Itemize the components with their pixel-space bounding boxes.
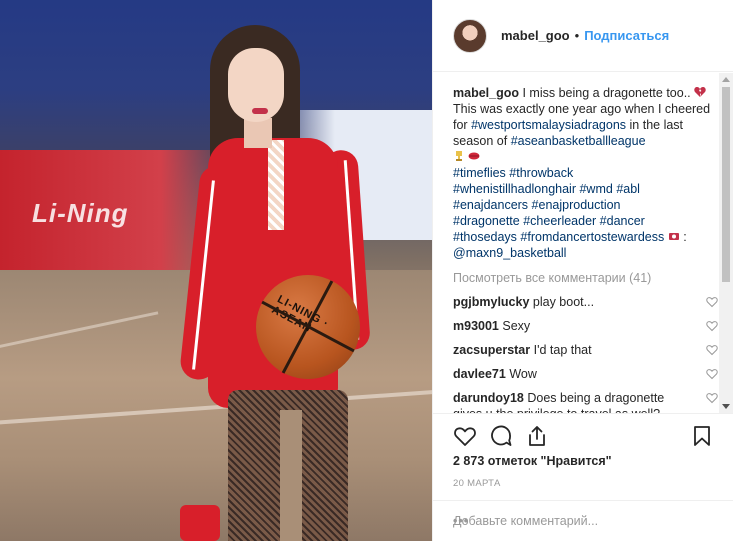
post-photo[interactable]: Li-Ning LI-NING · ASEAN: [0, 0, 432, 541]
more-options-icon[interactable]: •••: [453, 514, 712, 528]
view-all-comments-link[interactable]: Посмотреть все комментарии (41): [453, 270, 720, 286]
hashtag[interactable]: #wmd: [579, 182, 612, 196]
comment-heart-icon[interactable]: [706, 296, 718, 308]
comment-heart-icon[interactable]: [706, 344, 718, 356]
basketball: LI-NING · ASEAN: [256, 275, 360, 379]
bookmark-icon[interactable]: [690, 424, 714, 448]
avatar[interactable]: [453, 18, 487, 53]
scroll-up-arrow-icon[interactable]: [722, 77, 730, 82]
lips-icon: [468, 152, 480, 160]
comment-item: darundoy18 Does being a dragonette gives…: [453, 390, 720, 413]
post-date[interactable]: 20 МАРТА: [453, 478, 501, 489]
caption-tag-2[interactable]: #aseanbasketballleague: [511, 134, 646, 148]
post-panel: mabel_goo • Подписаться mabel_goo I miss…: [432, 0, 733, 541]
leg-gap: [280, 410, 302, 541]
comment-item: davlee71 Wow: [453, 366, 720, 382]
hashtag[interactable]: #thosedays: [453, 230, 517, 244]
hashtag[interactable]: #enajproduction: [532, 198, 621, 212]
hashtag[interactable]: #fromdancertostewardess: [520, 230, 664, 244]
comment-text: Wow: [509, 367, 537, 381]
comment-heart-icon[interactable]: [706, 320, 718, 332]
comments-section[interactable]: mabel_goo I miss being a dragonette too.…: [433, 73, 720, 413]
comment-username[interactable]: darundoy18: [453, 391, 524, 405]
camera-icon: [668, 233, 679, 240]
hashtag[interactable]: #whenistillhadlonghair: [453, 182, 576, 196]
action-icons: [453, 424, 549, 448]
post-header: mabel_goo • Подписаться: [433, 0, 733, 72]
ball-brand-text: LI-NING · ASEAN: [269, 293, 331, 335]
caption-text-1: I miss being a dragonette too..: [522, 86, 691, 100]
advert-text: Li-Ning: [32, 198, 129, 228]
red-sock: [180, 505, 220, 541]
comments-scrollbar[interactable]: [719, 73, 733, 413]
header-username[interactable]: mabel_goo: [501, 28, 570, 43]
likes-count[interactable]: 2 873 отметок "Нравится": [453, 454, 612, 468]
separator-dot: •: [574, 28, 580, 43]
comment-heart-icon[interactable]: [706, 392, 718, 404]
comment-text: play boot...: [532, 295, 595, 309]
comment-username[interactable]: davlee71: [453, 367, 506, 381]
comment-text: Sexy: [502, 319, 531, 333]
hashtag[interactable]: #dancer: [600, 214, 645, 228]
comment-heart-icon[interactable]: [706, 368, 718, 380]
comment-item: pgjbmylucky play boot...: [453, 294, 720, 310]
hashtag[interactable]: #abl: [616, 182, 640, 196]
follow-button[interactable]: Подписаться: [584, 28, 669, 43]
share-icon[interactable]: [525, 424, 549, 448]
heart-icon[interactable]: [453, 424, 477, 448]
scrollbar-thumb[interactable]: [722, 87, 730, 282]
caption-tag-1[interactable]: #westportsmalaysiadragons: [471, 118, 626, 132]
comment-icon[interactable]: [489, 424, 513, 448]
comment-item: m93001 Sexy: [453, 318, 720, 334]
post-actions: 2 873 отметок "Нравится" 20 МАРТА Добавь…: [433, 413, 733, 541]
broken-heart-icon: [694, 87, 706, 97]
add-comment-bar: Добавьте комментарий... •••: [433, 500, 733, 541]
hashtag[interactable]: #throwback: [509, 166, 573, 180]
instagram-post: Li-Ning LI-NING · ASEAN mabel_goo • Подп…: [0, 0, 733, 541]
hashtag[interactable]: #enajdancers: [453, 198, 528, 212]
comment-item: zacsuperstar I'd tap that: [453, 342, 720, 358]
cheerleader-figure: LI-NING · ASEAN: [178, 20, 400, 541]
caption: mabel_goo I miss being a dragonette too.…: [453, 85, 720, 261]
comment-username[interactable]: zacsuperstar: [453, 343, 530, 357]
comment-username[interactable]: pgjbmylucky: [453, 295, 529, 309]
caption-username[interactable]: mabel_goo: [453, 86, 519, 100]
comment-username[interactable]: m93001: [453, 319, 499, 333]
neck: [244, 118, 272, 148]
scroll-down-arrow-icon[interactable]: [722, 404, 730, 409]
mention-separator: :: [683, 230, 687, 244]
hashtag[interactable]: #cheerleader: [523, 214, 596, 228]
hashtag[interactable]: #dragonette: [453, 214, 520, 228]
lace-up-neckline: [268, 140, 284, 230]
hashtag[interactable]: #timeflies: [453, 166, 506, 180]
lips: [252, 108, 268, 114]
trophy-icon: [456, 151, 462, 161]
comment-text: I'd tap that: [533, 343, 592, 357]
mention-link[interactable]: @maxn9_basketball: [453, 246, 566, 260]
